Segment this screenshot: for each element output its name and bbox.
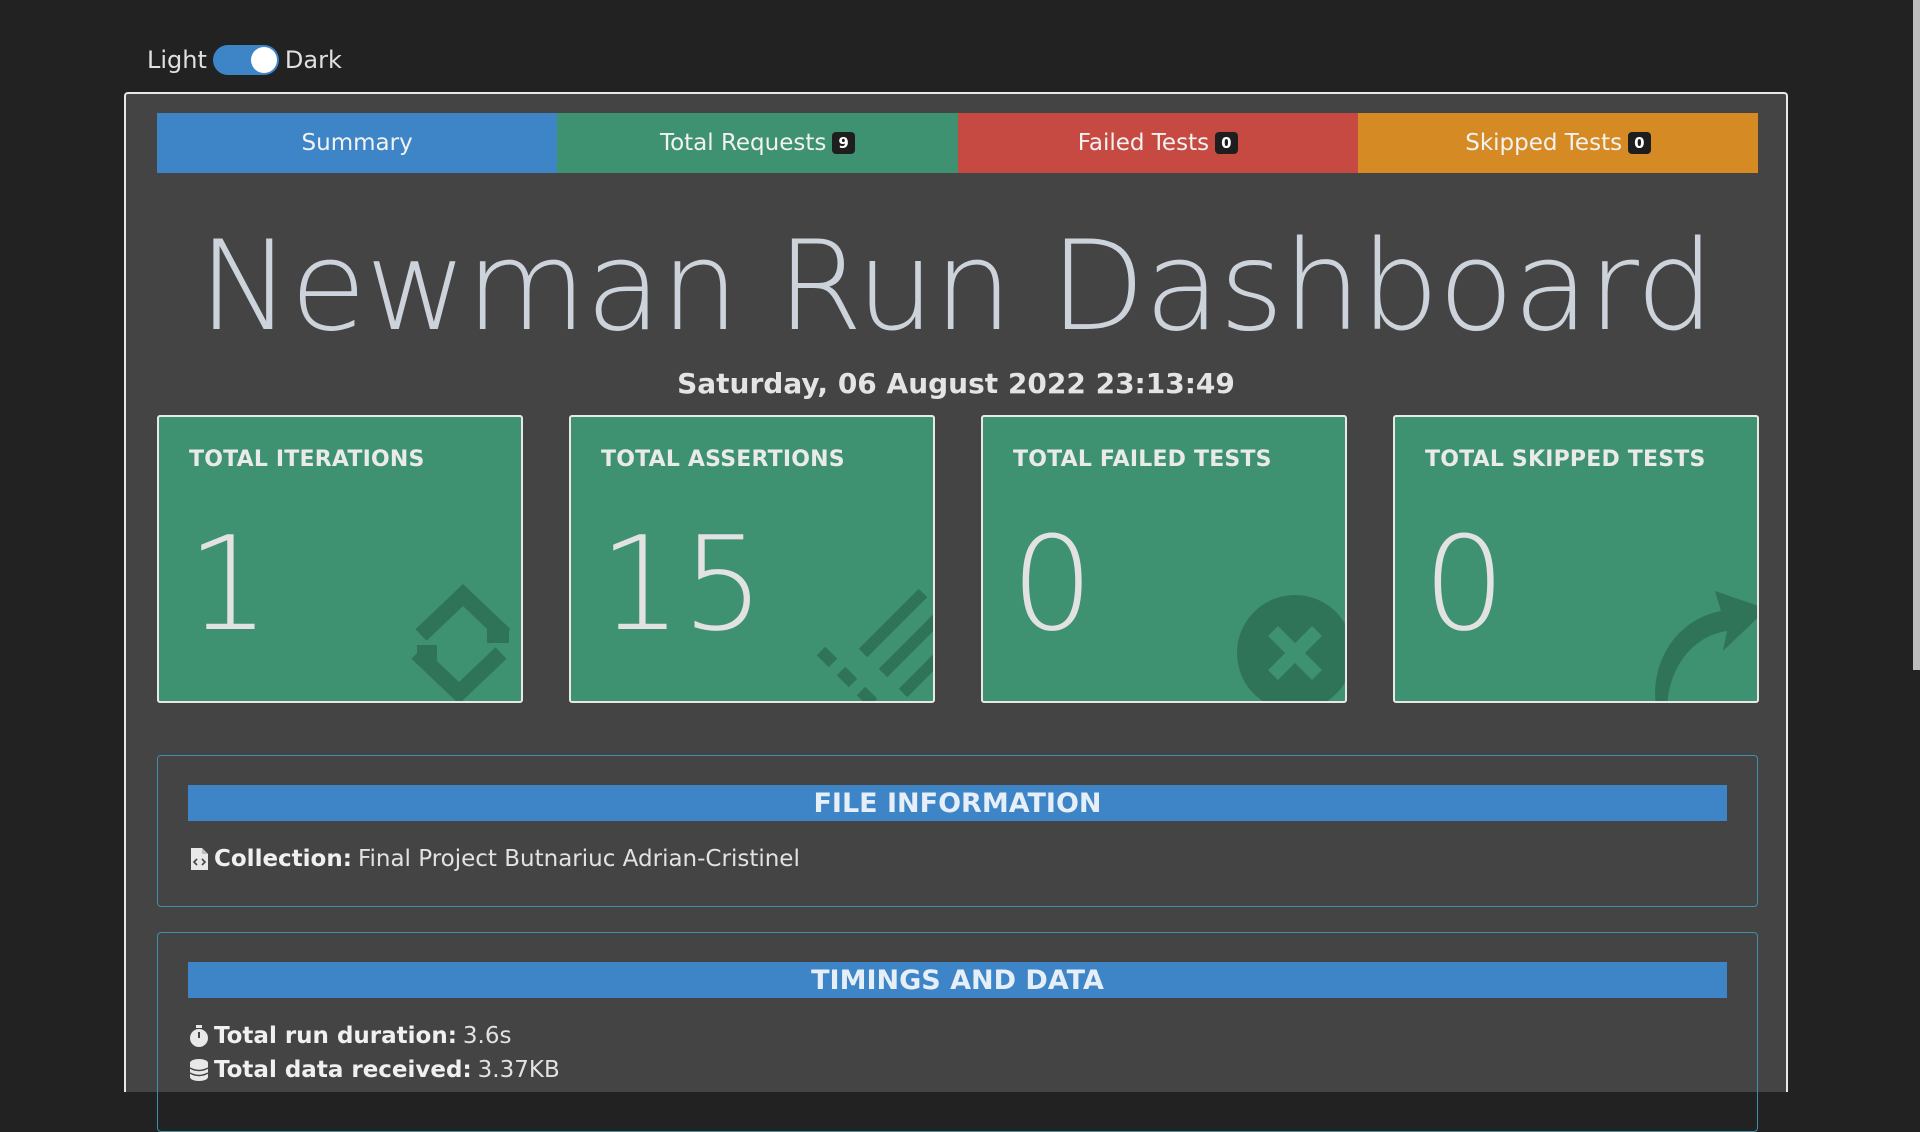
tab-label: Failed Tests bbox=[1077, 130, 1210, 156]
skipped-count-badge: 0 bbox=[1628, 132, 1651, 154]
light-label: Light bbox=[147, 46, 207, 74]
card-value: 1 bbox=[187, 508, 270, 660]
tasks-icon bbox=[816, 588, 933, 701]
tab-skipped-tests[interactable]: Skipped Tests 0 bbox=[1357, 113, 1758, 173]
times-circle-icon bbox=[1237, 595, 1345, 701]
summary-cards: TOTAL ITERATIONS 1 TOTAL ASSERTIONS 15 T… bbox=[157, 415, 1759, 703]
sync-icon bbox=[411, 583, 511, 701]
tab-failed-tests[interactable]: Failed Tests 0 bbox=[957, 113, 1358, 173]
card-total-assertions: TOTAL ASSERTIONS 15 bbox=[569, 415, 935, 703]
collection-row: Collection: Final Project Butnariuc Adri… bbox=[188, 846, 800, 872]
card-label: TOTAL FAILED TESTS bbox=[1013, 447, 1272, 472]
switch-knob bbox=[250, 47, 277, 73]
duration-row: Total run duration: 3.6s bbox=[188, 1023, 511, 1049]
card-label: TOTAL SKIPPED TESTS bbox=[1425, 447, 1706, 472]
page-title: Newman Run Dashboard bbox=[198, 215, 1714, 359]
failed-count-badge: 0 bbox=[1215, 132, 1238, 154]
section-header: FILE INFORMATION bbox=[188, 785, 1727, 821]
file-code-icon bbox=[191, 848, 208, 870]
card-value: 0 bbox=[1423, 508, 1506, 660]
share-arrow-icon bbox=[1655, 591, 1757, 701]
card-total-skipped-tests: TOTAL SKIPPED TESTS 0 bbox=[1393, 415, 1759, 703]
card-label: TOTAL ASSERTIONS bbox=[601, 447, 845, 472]
tab-label: Skipped Tests bbox=[1465, 130, 1623, 156]
requests-count-badge: 9 bbox=[832, 132, 855, 154]
card-total-iterations: TOTAL ITERATIONS 1 bbox=[157, 415, 523, 703]
tab-label: Summary bbox=[301, 130, 413, 156]
dashboard-container: Summary Total Requests 9 Failed Tests 0 … bbox=[124, 92, 1788, 1132]
card-value: 0 bbox=[1011, 508, 1094, 660]
theme-switch[interactable] bbox=[212, 45, 279, 75]
duration-value: 3.6s bbox=[462, 1023, 512, 1049]
card-value: 15 bbox=[599, 508, 765, 660]
collection-label: Collection: bbox=[214, 846, 352, 872]
card-total-failed-tests: TOTAL FAILED TESTS 0 bbox=[981, 415, 1347, 703]
file-information-section: FILE INFORMATION Collection: Final Proje… bbox=[157, 755, 1758, 907]
run-date: Saturday, 06 August 2022 23:13:49 bbox=[677, 367, 1235, 400]
section-header: TIMINGS AND DATA bbox=[188, 962, 1727, 998]
duration-label: Total run duration: bbox=[214, 1023, 457, 1049]
tab-summary[interactable]: Summary bbox=[157, 113, 558, 173]
timings-and-data-section: TIMINGS AND DATA Total run duration: 3.6… bbox=[157, 932, 1758, 1132]
page-scrollbar[interactable] bbox=[1913, 0, 1920, 670]
card-label: TOTAL ITERATIONS bbox=[189, 447, 425, 472]
data-received-value: 3.37KB bbox=[477, 1057, 560, 1083]
stopwatch-icon bbox=[190, 1025, 208, 1047]
theme-toggle[interactable]: Light Dark bbox=[147, 45, 342, 75]
dark-label: Dark bbox=[284, 46, 342, 74]
data-received-row: Total data received: 3.37KB bbox=[188, 1057, 560, 1083]
database-icon bbox=[189, 1059, 209, 1081]
data-received-label: Total data received: bbox=[214, 1057, 472, 1083]
collection-value: Final Project Butnariuc Adrian-Cristinel bbox=[357, 846, 800, 872]
tab-label: Total Requests bbox=[659, 130, 827, 156]
nav-tabs: Summary Total Requests 9 Failed Tests 0 … bbox=[157, 113, 1758, 173]
tab-total-requests[interactable]: Total Requests 9 bbox=[557, 113, 958, 173]
